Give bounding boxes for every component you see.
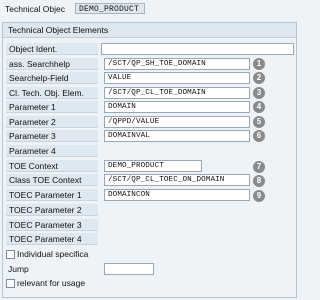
row-toec-parameter-4: TOEC Parameter 4 [3,233,296,247]
parameter-3-field[interactable]: DOMAINVAL [104,130,250,142]
jump-label: Jump [8,264,29,274]
badge-6: 6 [253,130,265,142]
technical-object-field: DEMO_PRODUCT [75,3,145,14]
row-searchhelp: ass. Searchhelp /SCT/QP_SH_TOE_DOMAIN 1 [3,58,296,72]
parameter-4-label: Parameter 4 [6,145,98,157]
row-searchelp-field: Searchelp-Field VALUE 2 [3,72,296,86]
searchhelp-field[interactable]: /SCT/QP_SH_TOE_DOMAIN [104,58,250,70]
toe-context-label: TOE Context [6,160,98,172]
relevant-for-usage-row[interactable]: relevant for usage [6,277,85,289]
cl-tech-obj-elem-label: Cl. Tech. Obj. Elem. [6,87,98,99]
row-toec-parameter-3: TOEC Parameter 3 [3,219,296,233]
individual-specifica-checkbox[interactable] [6,249,15,259]
row-parameter-4: Parameter 4 [3,145,296,159]
toe-context-field[interactable]: DEMO_PRODUCT [104,160,202,172]
row-parameter-1: Parameter 1 DOMAIN 4 [3,101,296,115]
relevant-for-usage-label: relevant for usage [17,278,86,288]
badge-8: 8 [253,175,265,187]
badge-2: 2 [253,72,265,84]
parameter-1-label: Parameter 1 [6,101,98,113]
searchelp-field-input[interactable]: VALUE [104,72,250,84]
class-toe-context-label: Class TOE Context [6,174,98,186]
class-toe-context-field[interactable]: /SCT/QP_CL_TOEC_ON_DOMAIN [104,174,250,186]
toec-parameter-1-field[interactable]: DOMAINCON [104,189,250,201]
row-toec-parameter-1: TOEC Parameter 1 DOMAINCON 9 [3,189,296,203]
searchelp-field-label: Searchelp-Field [6,72,98,84]
parameter-2-label: Parameter 2 [6,116,98,128]
parameter-1-field[interactable]: DOMAIN [104,101,250,113]
toec-parameter-4-label: TOEC Parameter 4 [6,233,98,245]
badge-3: 3 [253,87,265,99]
object-ident-label: Object Ident. [6,43,98,55]
row-parameter-2: Parameter 2 /QPPD/VALUE 5 [3,116,296,130]
badge-1: 1 [253,58,265,70]
toec-parameter-2-label: TOEC Parameter 2 [6,204,98,216]
cl-tech-obj-elem-field[interactable]: /SCT/QP_CL_TOE_DOMAIN [104,87,250,99]
badge-4: 4 [253,101,265,113]
badge-5: 5 [253,116,265,128]
searchhelp-label: ass. Searchhelp [6,58,98,70]
row-cl-tech-obj-elem: Cl. Tech. Obj. Elem. /SCT/QP_CL_TOE_DOMA… [3,87,296,101]
parameter-3-label: Parameter 3 [6,130,98,142]
parameter-2-field[interactable]: /QPPD/VALUE [104,116,250,128]
relevant-for-usage-checkbox[interactable] [6,278,15,288]
toec-parameter-1-label: TOEC Parameter 1 [6,189,98,201]
row-toec-parameter-2: TOEC Parameter 2 [3,204,296,218]
object-ident-field[interactable] [101,43,294,55]
technical-object-label: Technical Objec [5,4,66,14]
jump-field[interactable] [104,263,154,275]
technical-object-elements-panel: Technical Object Elements Object Ident. … [2,22,297,298]
row-class-toe-context: Class TOE Context /SCT/QP_CL_TOEC_ON_DOM… [3,174,296,188]
badge-7: 7 [253,161,265,173]
section-title: Technical Object Elements [3,23,296,38]
row-toe-context: TOE Context DEMO_PRODUCT 7 [3,160,296,174]
individual-specifica-row[interactable]: Individual specifica [6,248,88,260]
badge-9: 9 [253,190,265,202]
toec-parameter-3-label: TOEC Parameter 3 [6,219,98,231]
individual-specifica-label: Individual specifica [17,249,89,259]
row-jump: Jump [3,263,296,277]
row-object-ident: Object Ident. [3,43,296,57]
row-parameter-3: Parameter 3 DOMAINVAL 6 [3,130,296,144]
